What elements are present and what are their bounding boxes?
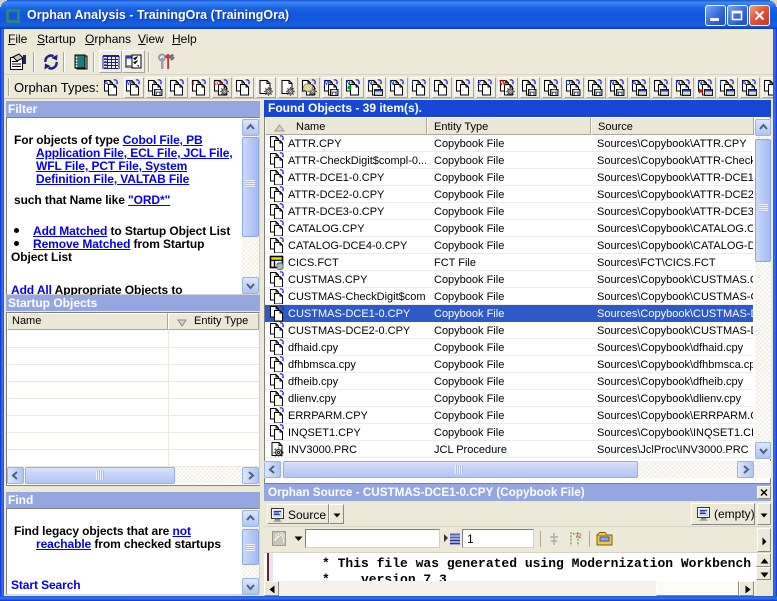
svg-text:Z: Z xyxy=(478,80,483,87)
svg-text:I: I xyxy=(720,80,722,87)
svg-text:A: A xyxy=(742,80,747,87)
svg-text:D: D xyxy=(566,80,571,87)
svg-text:ECL: ECL xyxy=(214,81,224,87)
svg-text:N: N xyxy=(698,80,703,87)
svg-text:M: M xyxy=(126,80,132,87)
svg-text:A: A xyxy=(632,80,637,87)
svg-text:I: I xyxy=(412,80,414,87)
svg-text:72: 72 xyxy=(575,534,582,540)
svg-text:A: A xyxy=(104,80,109,87)
svg-text:N: N xyxy=(368,80,373,87)
svg-text:N: N xyxy=(390,80,395,87)
svg-text:N: N xyxy=(676,80,681,87)
svg-text:M: M xyxy=(324,80,330,87)
svg-text:N: N xyxy=(610,80,615,87)
svg-text:W: W xyxy=(500,80,507,87)
